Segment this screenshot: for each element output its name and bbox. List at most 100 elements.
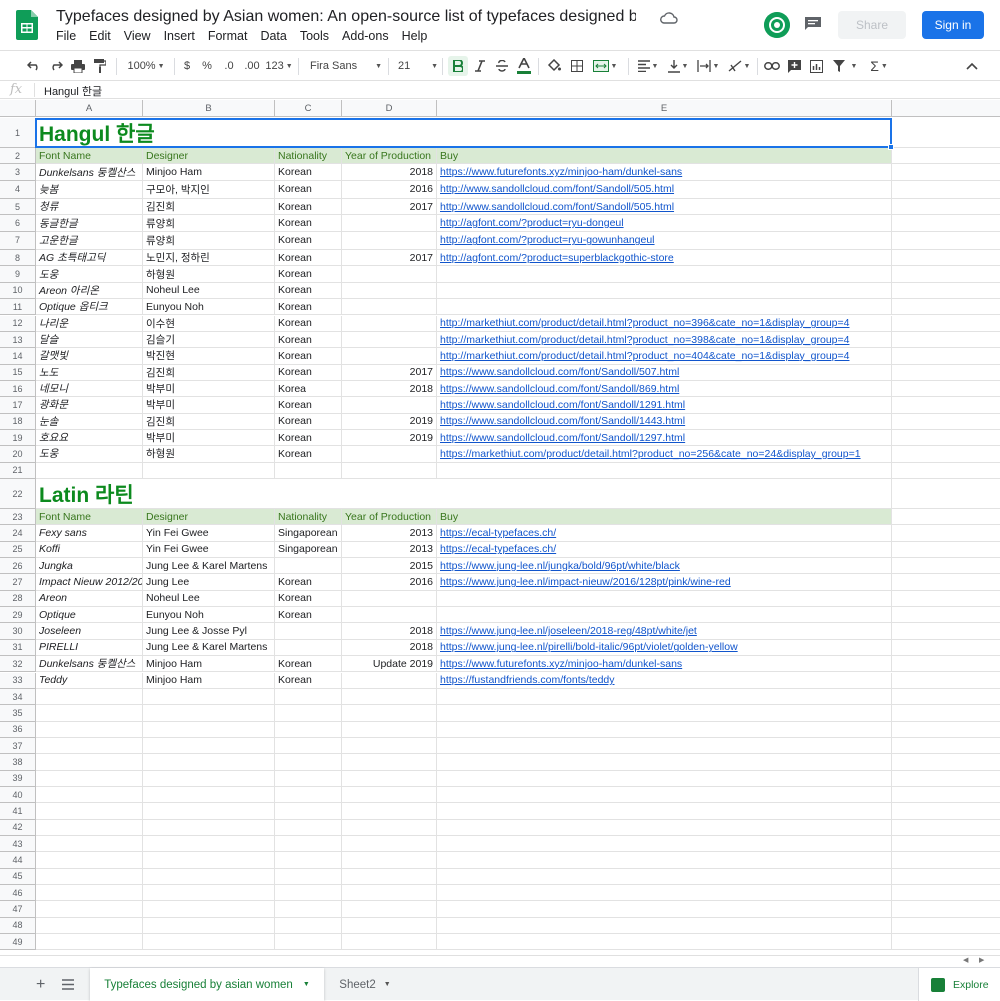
bold-icon[interactable] (448, 56, 468, 76)
cell-buy-link[interactable]: http://agfont.com/?product=superblackgot… (437, 250, 892, 267)
menu-help[interactable]: Help (395, 29, 434, 47)
cell-year[interactable]: 2016 (342, 574, 437, 591)
vertical-align-select[interactable]: ▼ (665, 57, 691, 75)
cell-empty[interactable] (275, 737, 342, 755)
paint-format-icon[interactable] (92, 57, 108, 75)
cell-empty[interactable] (143, 737, 275, 755)
row-number[interactable]: 1 (0, 118, 36, 148)
cell-nationality[interactable]: Korean (275, 299, 342, 316)
cell-font-name[interactable]: Areon (36, 590, 143, 608)
column-header-d[interactable]: D (342, 100, 437, 117)
cell-designer[interactable]: Minjoo Ham (143, 656, 275, 673)
cell-buy-link[interactable]: https://www.futurefonts.xyz/minjoo-ham/d… (437, 656, 892, 673)
cell-year[interactable]: 2018 (342, 639, 437, 657)
cell-nationality[interactable]: Singaporean (275, 525, 342, 542)
caret-down-icon[interactable]: ▼ (384, 981, 391, 988)
cell-designer[interactable]: Jung Lee & Karel Martens (143, 639, 275, 657)
cell-empty[interactable] (892, 365, 1000, 381)
add-sheet-icon[interactable]: + (36, 976, 45, 994)
cell-nationality[interactable]: Korean (275, 672, 342, 689)
cell-empty[interactable] (892, 820, 1000, 836)
cell-empty[interactable] (36, 917, 143, 935)
cell-empty[interactable] (892, 640, 1000, 657)
cell-empty[interactable] (892, 414, 1000, 430)
cell-year[interactable]: 2018 (342, 164, 437, 181)
cell-buy-link[interactable]: http://markethiut.com/product/detail.htm… (437, 331, 892, 349)
cell-empty[interactable] (36, 786, 143, 804)
cell-designer[interactable]: 노민지, 정하린 (143, 250, 275, 267)
cell-empty[interactable] (36, 836, 143, 853)
menu-format[interactable]: Format (201, 29, 254, 47)
cell-designer[interactable]: Minjoo Ham (143, 672, 275, 689)
cell-nationality[interactable]: Korean (275, 607, 342, 624)
cell-empty[interactable] (275, 688, 342, 706)
column-header-e[interactable]: E (437, 100, 892, 117)
horizontal-align-select[interactable]: ▼ (635, 57, 661, 75)
cell-empty[interactable] (892, 705, 1000, 722)
header-cell-designer[interactable]: Designer (143, 509, 275, 526)
cell-nationality[interactable]: Korea (275, 380, 342, 398)
text-rotation-select[interactable]: ▼ (726, 57, 752, 75)
cell-year[interactable] (342, 331, 437, 349)
cell-buy-link[interactable]: https://www.sandollcloud.com/font/Sandol… (437, 380, 892, 398)
cell-empty[interactable] (36, 737, 143, 755)
cell-empty[interactable] (275, 705, 342, 722)
cell-buy-link[interactable]: https://ecal-typefaces.ch/ (437, 525, 892, 542)
cell-font-name[interactable]: Areon 아리온 (36, 282, 143, 300)
cell-designer[interactable]: Yin Fei Gwee (143, 525, 275, 542)
cell-empty[interactable] (892, 558, 1000, 575)
cell-empty[interactable] (36, 770, 143, 787)
cell-empty[interactable] (892, 215, 1000, 232)
cell-year[interactable]: 2018 (342, 623, 437, 640)
cell-empty[interactable] (892, 397, 1000, 414)
cell-year[interactable]: 2018 (342, 380, 437, 398)
cell-font-name[interactable]: Koffi (36, 541, 143, 559)
row-number[interactable]: 6 (0, 215, 36, 232)
share-button[interactable]: Share (838, 11, 906, 39)
row-number[interactable]: 10 (0, 282, 36, 300)
cell-empty[interactable] (437, 770, 892, 787)
cell-empty[interactable] (143, 770, 275, 787)
cell-buy-link[interactable] (437, 590, 892, 608)
cell-designer[interactable]: 김진희 (143, 413, 275, 430)
cell-buy-link[interactable]: https://www.futurefonts.xyz/minjoo-ham/d… (437, 164, 892, 181)
cell-empty[interactable] (143, 803, 275, 820)
cell-empty[interactable] (143, 901, 275, 918)
collapse-toolbar-icon[interactable] (964, 57, 980, 75)
cell-designer[interactable]: Jung Lee (143, 574, 275, 591)
cell-empty[interactable] (892, 299, 1000, 316)
all-sheets-icon[interactable] (62, 979, 74, 990)
cell-font-name[interactable]: 광화문 (36, 397, 143, 414)
cell-empty[interactable] (36, 868, 143, 886)
header-cell-designer[interactable]: Designer (143, 148, 275, 165)
cell-empty[interactable] (275, 885, 342, 902)
cell-empty[interactable] (437, 754, 892, 771)
row-number[interactable]: 36 (0, 721, 36, 738)
insert-link-icon[interactable] (763, 57, 781, 75)
row-number[interactable]: 37 (0, 737, 36, 755)
cell-empty[interactable] (892, 118, 1000, 148)
cell-empty[interactable] (892, 591, 1000, 608)
cell-empty[interactable] (437, 901, 892, 918)
cell-empty[interactable] (892, 266, 1000, 283)
cell-empty[interactable] (892, 754, 1000, 771)
row-number[interactable]: 29 (0, 607, 36, 624)
row-number[interactable]: 33 (0, 672, 36, 689)
print-icon[interactable] (70, 57, 86, 75)
row-number[interactable]: 43 (0, 836, 36, 853)
cell-year[interactable]: 2017 (342, 199, 437, 216)
cell-font-name[interactable]: 호요요 (36, 429, 143, 447)
cell-nationality[interactable] (275, 558, 342, 575)
row-number[interactable]: 3 (0, 164, 36, 181)
cell-empty[interactable] (892, 164, 1000, 181)
section-title-cell[interactable]: Hangul 한글 (36, 118, 892, 148)
row-number[interactable]: 34 (0, 688, 36, 706)
row-number[interactable]: 38 (0, 754, 36, 771)
cell-buy-link[interactable]: http://markethiut.com/product/detail.htm… (437, 348, 892, 365)
header-cell-font-name[interactable]: Font Name (36, 148, 143, 165)
cell-buy-link[interactable] (437, 607, 892, 624)
cell-font-name[interactable]: AG 초특태고딕 (36, 250, 143, 267)
cell-designer[interactable]: 박진현 (143, 348, 275, 365)
cell-empty[interactable] (892, 689, 1000, 706)
row-number[interactable]: 30 (0, 623, 36, 640)
